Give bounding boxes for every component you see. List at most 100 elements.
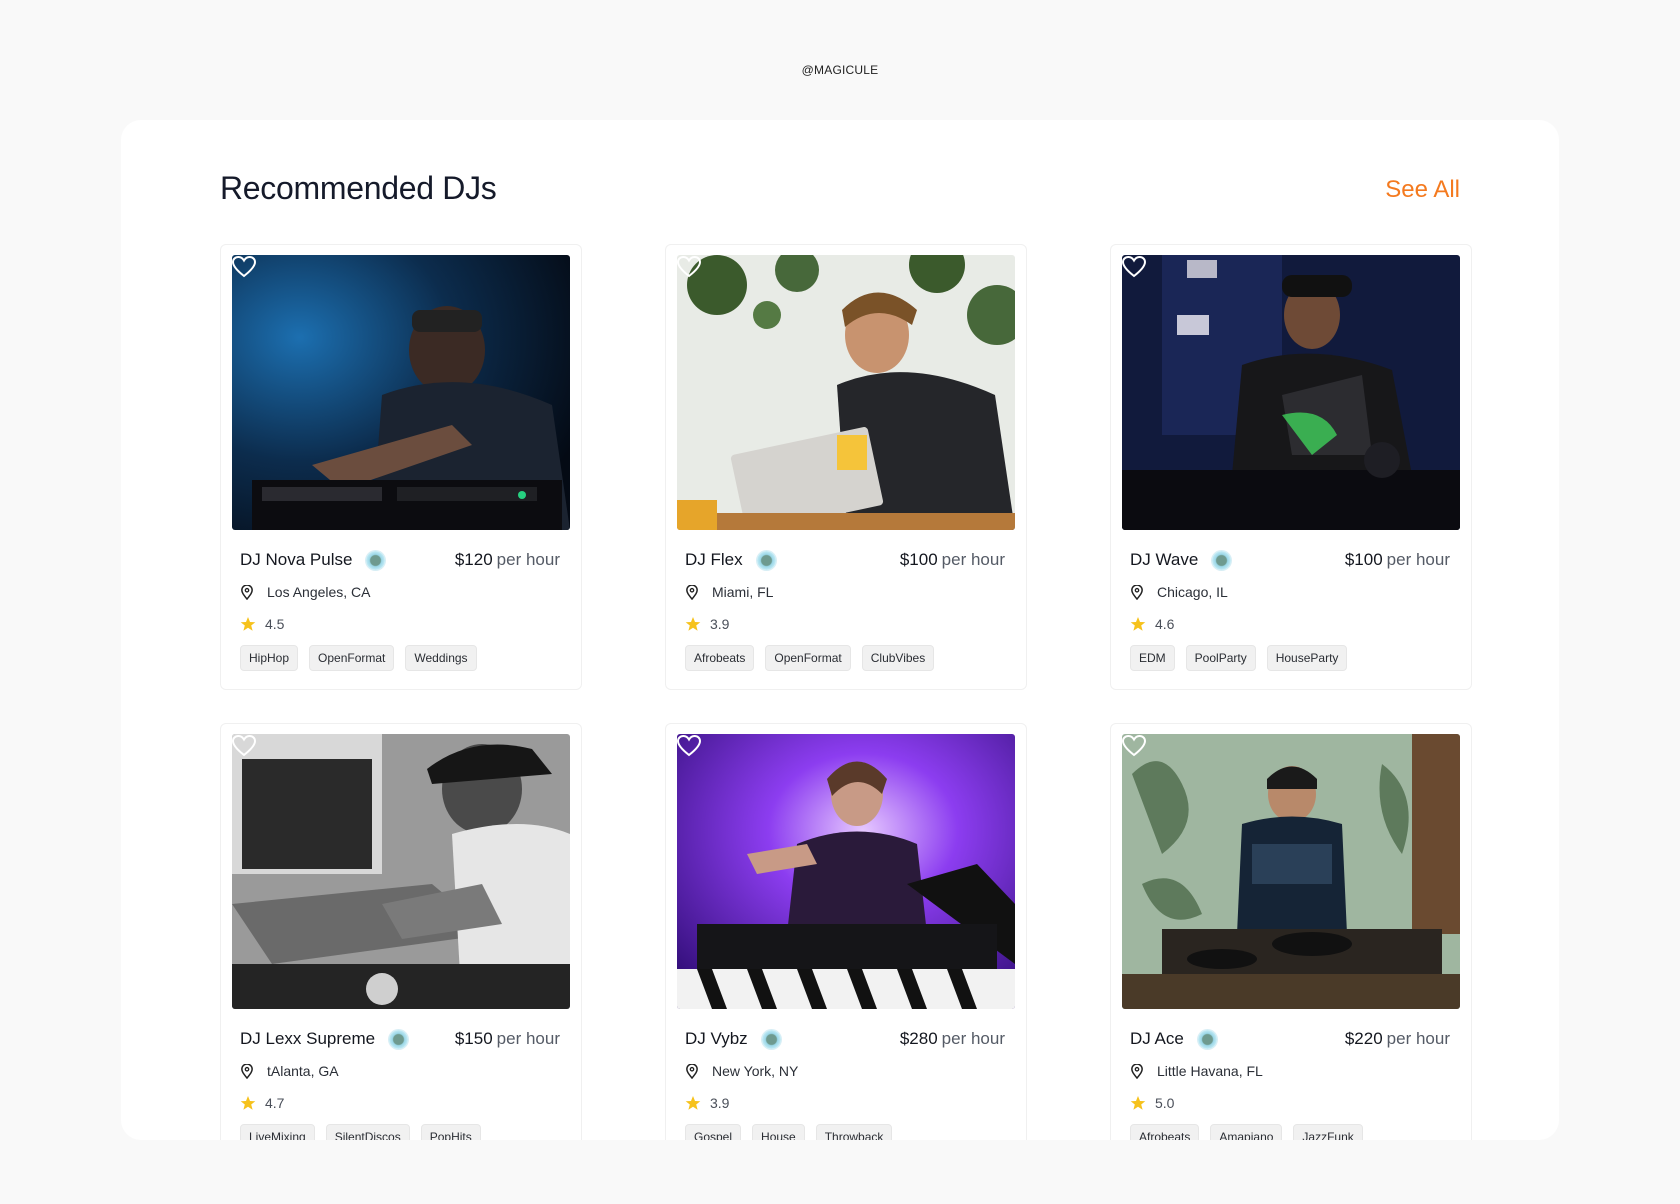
recommended-djs-panel: Recommended DJs See All DJ Nova Pulse $1… (121, 120, 1559, 1140)
dj-rating: 3.9 (685, 1093, 729, 1113)
dj-photo (677, 255, 1015, 530)
genre-tag[interactable]: PopHits (420, 1124, 481, 1140)
genre-tag[interactable]: House (752, 1124, 805, 1140)
genre-tags: HipHop OpenFormat Weddings (240, 645, 477, 671)
location-pin-icon (241, 1063, 253, 1079)
dj-name[interactable]: DJ Wave (1130, 550, 1198, 570)
location-pin-icon (686, 584, 698, 600)
section-title: Recommended DJs (220, 170, 497, 206)
genre-tag[interactable]: Amapiano (1210, 1124, 1283, 1140)
location-text: Little Havana, FL (1157, 1063, 1263, 1079)
genre-tag[interactable]: OpenFormat (765, 645, 851, 671)
dj-card[interactable]: DJ Flex $100 per hour Miami, FL 3.9 Afrob… (665, 244, 1027, 690)
verified-badge-icon (1212, 550, 1232, 570)
genre-tags: Gospel House Throwback (685, 1124, 893, 1140)
genre-tag[interactable]: SilentDiscos (325, 1124, 410, 1140)
star-icon (240, 1096, 256, 1110)
dj-name[interactable]: DJ Nova Pulse (240, 550, 352, 570)
star-icon (1130, 617, 1146, 631)
location-text: Miami, FL (712, 584, 774, 600)
dj-price: $220 per hour (1344, 1029, 1450, 1048)
dj-location: Miami, FL (685, 582, 773, 602)
genre-tag[interactable]: HipHop (240, 645, 299, 671)
dj-price: $150 per hour (454, 1029, 560, 1048)
dj-rating: 4.6 (1130, 614, 1174, 634)
dj-photo (232, 734, 570, 1009)
dj-card[interactable]: DJ Ace $220 per hour Little Havana, FL 5.… (1110, 723, 1472, 1140)
verified-badge-icon (761, 1029, 781, 1049)
rating-value: 3.9 (710, 616, 730, 632)
genre-tag[interactable]: HouseParty (1266, 645, 1348, 671)
dj-photo (1122, 734, 1460, 1009)
genre-tag[interactable]: OpenFormat (309, 645, 395, 671)
dj-card[interactable]: DJ Nova Pulse $120 per hour Los Angeles, … (220, 244, 582, 690)
favorite-heart-icon[interactable] (1121, 255, 1147, 279)
rating-value: 4.5 (265, 616, 285, 632)
dj-location: New York, NY (685, 1061, 798, 1081)
verified-badge-icon (389, 1029, 409, 1049)
dj-card[interactable]: DJ Vybz $280 per hour New York, NY 3.9 Go… (665, 723, 1027, 1140)
genre-tag[interactable]: Afrobeats (685, 645, 755, 671)
genre-tag[interactable]: JazzFunk (1293, 1124, 1363, 1140)
dj-location: Los Angeles, CA (240, 582, 371, 602)
favorite-heart-icon[interactable] (231, 255, 257, 279)
dj-name[interactable]: DJ Vybz (685, 1029, 748, 1049)
dj-location: Little Havana, FL (1130, 1061, 1263, 1081)
genre-tags: LiveMixing SilentDiscos PopHits (240, 1124, 481, 1140)
rating-value: 5.0 (1155, 1095, 1175, 1111)
star-icon (1130, 1096, 1146, 1110)
dj-name[interactable]: DJ Flex (685, 550, 743, 570)
rating-value: 4.7 (265, 1095, 285, 1111)
rating-value: 3.9 (710, 1095, 730, 1111)
star-icon (685, 617, 701, 631)
verified-badge-icon (366, 550, 386, 570)
location-pin-icon (1131, 1063, 1143, 1079)
location-text: Chicago, IL (1157, 584, 1228, 600)
star-icon (240, 617, 256, 631)
star-icon (685, 1096, 701, 1110)
dj-price: $100 per hour (1344, 550, 1450, 569)
dj-card[interactable]: DJ Wave $100 per hour Chicago, IL 4.6 EDM… (1110, 244, 1472, 690)
favorite-heart-icon[interactable] (676, 734, 702, 758)
dj-location: tAlanta, GA (240, 1061, 339, 1081)
dj-photo (1122, 255, 1460, 530)
dj-rating: 3.9 (685, 614, 729, 634)
verified-badge-icon (1197, 1029, 1217, 1049)
dj-photo (677, 734, 1015, 1009)
dj-price: $100 per hour (899, 550, 1005, 569)
dj-name[interactable]: DJ Lexx Supreme (240, 1029, 375, 1049)
dj-card[interactable]: DJ Lexx Supreme $150 per hour tAlanta, GA… (220, 723, 582, 1140)
genre-tags: Afrobeats Amapiano JazzFunk (1130, 1124, 1363, 1140)
location-text: tAlanta, GA (267, 1063, 339, 1079)
dj-location: Chicago, IL (1130, 582, 1228, 602)
favorite-heart-icon[interactable] (676, 255, 702, 279)
rating-value: 4.6 (1155, 616, 1175, 632)
genre-tag[interactable]: PoolParty (1185, 645, 1256, 671)
location-text: Los Angeles, CA (267, 584, 371, 600)
location-pin-icon (686, 1063, 698, 1079)
genre-tag[interactable]: EDM (1130, 645, 1175, 671)
favorite-heart-icon[interactable] (1121, 734, 1147, 758)
dj-photo (232, 255, 570, 530)
brand-handle: @MAGICULE (801, 63, 879, 77)
genre-tags: EDM PoolParty HouseParty (1130, 645, 1348, 671)
dj-name[interactable]: DJ Ace (1130, 1029, 1184, 1049)
genre-tag[interactable]: Weddings (405, 645, 477, 671)
see-all-link[interactable]: See All (1385, 176, 1460, 204)
location-text: New York, NY (712, 1063, 799, 1079)
dj-price: $120 per hour (454, 550, 560, 569)
dj-rating: 4.7 (240, 1093, 284, 1113)
dj-price: $280 per hour (899, 1029, 1005, 1048)
dj-rating: 4.5 (240, 614, 284, 634)
location-pin-icon (241, 584, 253, 600)
genre-tag[interactable]: Throwback (815, 1124, 893, 1140)
genre-tag[interactable]: ClubVibes (861, 645, 935, 671)
genre-tag[interactable]: LiveMixing (240, 1124, 315, 1140)
verified-badge-icon (756, 550, 776, 570)
genre-tag[interactable]: Gospel (685, 1124, 742, 1140)
genre-tag[interactable]: Afrobeats (1130, 1124, 1200, 1140)
genre-tags: Afrobeats OpenFormat ClubVibes (685, 645, 935, 671)
favorite-heart-icon[interactable] (231, 734, 257, 758)
location-pin-icon (1131, 584, 1143, 600)
dj-rating: 5.0 (1130, 1093, 1174, 1113)
